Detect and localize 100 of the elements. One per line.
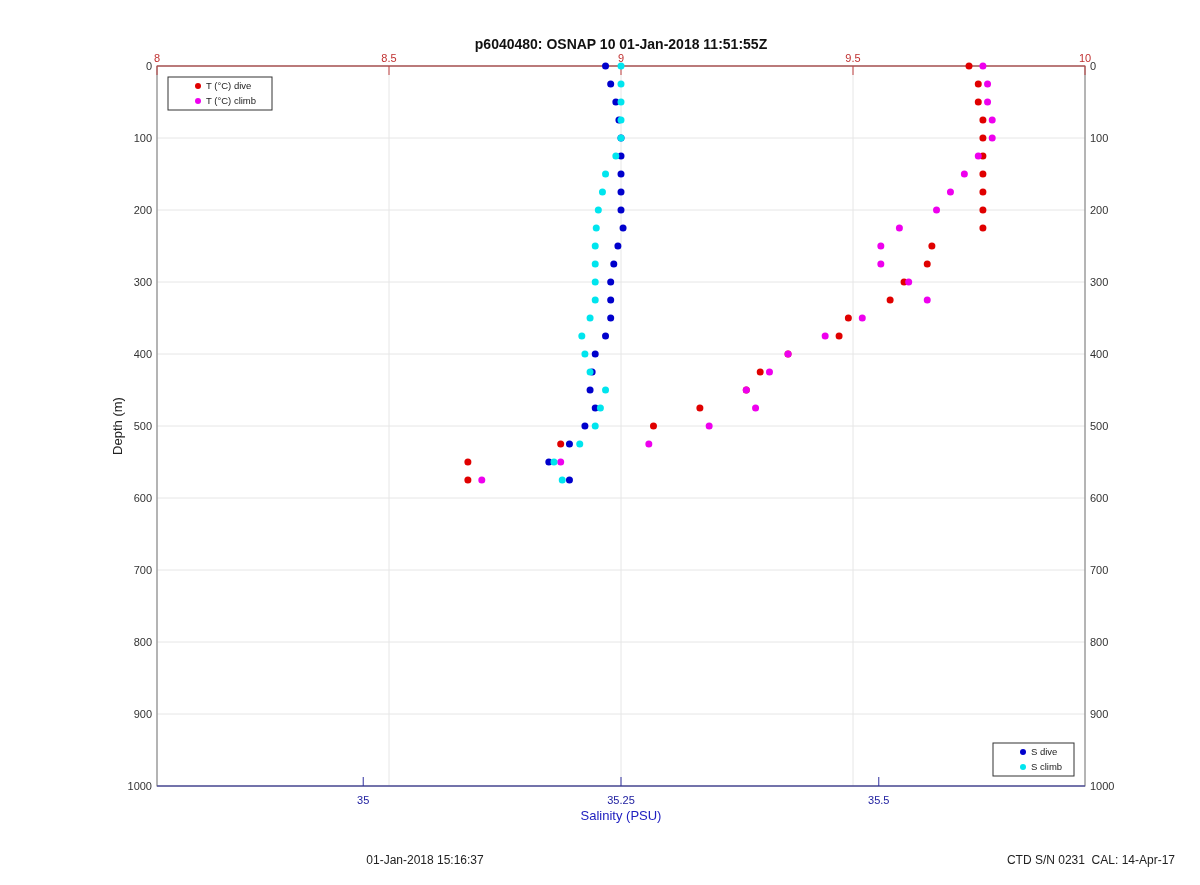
- depth-tick-label: 400: [1090, 348, 1109, 360]
- legend-label: S climb: [1031, 761, 1063, 772]
- data-point: [974, 80, 982, 88]
- data-point: [617, 62, 625, 70]
- depth-tick-label: 600: [1090, 492, 1109, 504]
- data-point: [886, 296, 894, 304]
- data-point: [979, 62, 987, 70]
- depth-tick-label: 700: [133, 564, 152, 576]
- depth-tick-label: 400: [133, 348, 152, 360]
- data-point: [619, 224, 627, 232]
- data-point: [974, 98, 982, 106]
- data-point: [752, 404, 760, 412]
- depth-tick-label: 300: [1090, 276, 1109, 288]
- data-point: [591, 296, 599, 304]
- depth-tick-label: 700: [1090, 564, 1109, 576]
- depth-tick-label: 500: [133, 420, 152, 432]
- data-point: [946, 188, 954, 196]
- legend-label: S dive: [1031, 746, 1058, 757]
- data-point: [614, 242, 622, 250]
- data-point: [602, 62, 610, 70]
- data-point: [696, 404, 704, 412]
- data-point: [979, 206, 987, 214]
- data-point: [617, 188, 625, 196]
- depth-tick-label: 100: [1090, 132, 1109, 144]
- salinity-tick-label: 35: [357, 794, 370, 806]
- data-point: [645, 440, 653, 448]
- data-point: [617, 80, 625, 88]
- data-point: [464, 458, 472, 466]
- data-point: [602, 332, 610, 340]
- data-point: [607, 314, 615, 322]
- data-point: [895, 224, 903, 232]
- legend-label: T (°C) dive: [206, 80, 252, 91]
- temperature-tick-label: 9: [617, 52, 625, 64]
- data-point: [835, 332, 843, 340]
- data-point: [581, 350, 589, 358]
- data-point: [979, 224, 987, 232]
- salinity-tick-label: 35.25: [607, 794, 635, 806]
- depth-tick-label: 300: [133, 276, 152, 288]
- data-point: [607, 296, 615, 304]
- depth-tick-label: 800: [1090, 636, 1109, 648]
- data-point: [960, 170, 968, 178]
- data-point: [586, 314, 594, 322]
- data-point: [877, 260, 885, 268]
- data-point: [594, 206, 602, 214]
- depth-tick-label: 0: [1090, 60, 1097, 72]
- data-point: [581, 422, 589, 430]
- data-point: [586, 386, 594, 394]
- temperature-tick-label: 10: [1078, 52, 1092, 64]
- data-point: [821, 332, 829, 340]
- data-point: [602, 170, 610, 178]
- data-point: [877, 242, 885, 250]
- data-point: [610, 260, 618, 268]
- depth-tick-label: 200: [1090, 204, 1109, 216]
- chart-title: p6040480: OSNAP 10 01-Jan-2018 11:51:55Z: [474, 36, 768, 52]
- data-point: [478, 476, 486, 484]
- temperature-tick-label: 8.5: [381, 52, 397, 64]
- data-point: [591, 260, 599, 268]
- depth-tick-label: 500: [1090, 420, 1109, 432]
- timestamp-text: 01-Jan-2018 15:16:37: [366, 853, 484, 867]
- data-point: [591, 278, 599, 286]
- data-point: [607, 278, 615, 286]
- data-point: [984, 98, 992, 106]
- data-point: [858, 314, 866, 322]
- salinity-tick-label: 35.5: [868, 794, 890, 806]
- temperature-tick-label: 8: [153, 52, 161, 64]
- depth-tick-label: 1000: [127, 780, 152, 792]
- data-point: [923, 260, 931, 268]
- data-point: [591, 242, 599, 250]
- y-axis-label: Depth (m): [110, 397, 125, 455]
- data-point: [984, 80, 992, 88]
- data-point: [844, 314, 852, 322]
- depth-tick-label: 100: [133, 132, 152, 144]
- data-point: [602, 386, 610, 394]
- depth-tick-label: 800: [133, 636, 152, 648]
- data-point: [650, 422, 657, 430]
- data-point: [705, 422, 713, 430]
- data-point: [965, 62, 973, 70]
- calibration-text: CTD S/N 0231 CAL: 14-Apr-17: [1006, 853, 1175, 867]
- data-point: [766, 368, 773, 376]
- data-point: [933, 206, 940, 214]
- depth-tick-label: 1000: [1090, 780, 1115, 792]
- data-point: [578, 332, 586, 340]
- data-point: [756, 368, 764, 376]
- depth-tick-label: 600: [133, 492, 152, 504]
- data-point: [617, 170, 625, 178]
- data-point: [607, 80, 615, 88]
- data-point: [979, 170, 987, 178]
- data-point: [928, 242, 936, 250]
- data-point: [979, 188, 987, 196]
- data-point: [576, 440, 584, 448]
- depth-tick-label: 900: [1090, 708, 1109, 720]
- data-point: [617, 206, 625, 214]
- depth-tick-label: 900: [133, 708, 152, 720]
- data-point: [592, 224, 600, 232]
- temperature-tick-label: 9.5: [845, 52, 861, 64]
- data-point: [591, 422, 599, 430]
- data-point: [591, 350, 599, 358]
- depth-tick-label: 0: [145, 60, 152, 72]
- data-point: [923, 296, 931, 304]
- x-axis-label: Salinity (PSU): [580, 808, 662, 823]
